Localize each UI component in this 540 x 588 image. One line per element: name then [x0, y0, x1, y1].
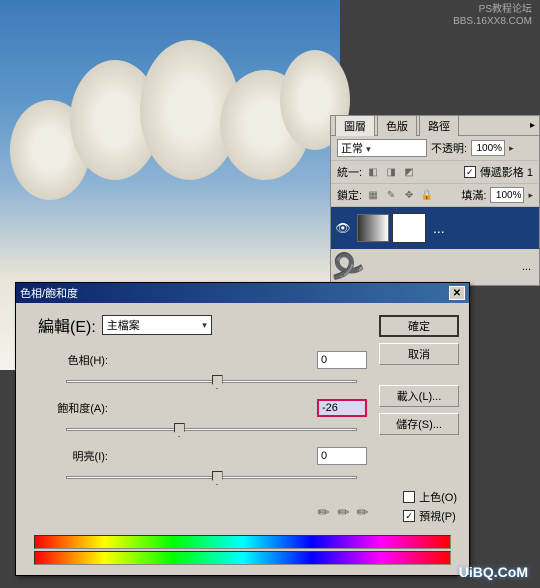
opacity-flyout-icon[interactable]: ▸: [509, 143, 514, 154]
unify-row: 統一: ◧ ◨ ◩ ✓ 傳遞影格 1: [331, 161, 539, 184]
propagate-label: 傳遞影格 1: [480, 164, 533, 180]
preview-label: 預視(P): [419, 508, 456, 524]
colorize-label: 上色(O): [419, 489, 457, 505]
layer-sub-dots: ...: [522, 261, 531, 273]
unify-visibility-icon[interactable]: ◨: [384, 165, 398, 179]
close-button[interactable]: ✕: [449, 286, 465, 300]
fill-flyout-icon[interactable]: ▸: [528, 190, 533, 201]
lock-fill-row: 鎖定: ▦ ✎ ✥ 🔒 填滿: ▸: [331, 184, 539, 207]
ok-button[interactable]: 確定: [379, 315, 459, 337]
lightness-slider[interactable]: [66, 469, 357, 487]
hue-spectrum-top: [34, 535, 451, 549]
layer-thumbnail[interactable]: [357, 214, 389, 242]
save-button[interactable]: 儲存(S)...: [379, 413, 459, 435]
dialog-title: 色相/飽和度: [20, 285, 78, 301]
eyedropper-tools: ✎ ✎ ✎: [318, 504, 369, 521]
cancel-button[interactable]: 取消: [379, 343, 459, 365]
saturation-slider[interactable]: [66, 421, 357, 439]
saturation-label: 飽和度(A):: [56, 400, 156, 416]
layer-mask-thumbnail[interactable]: [393, 214, 425, 242]
panel-tabs: 圖層 色版 路徑 ▸: [331, 116, 539, 136]
lock-all-icon[interactable]: 🔒: [420, 188, 434, 202]
panel-menu-icon[interactable]: ▸: [530, 120, 535, 131]
lightness-label: 明亮(I):: [56, 448, 156, 464]
opacity-input[interactable]: [471, 140, 505, 156]
unify-label: 統一:: [337, 164, 362, 180]
dialog-titlebar[interactable]: 色相/飽和度 ✕: [16, 283, 469, 303]
hue-input[interactable]: [317, 351, 367, 369]
hue-saturation-dialog: 色相/飽和度 ✕ 編輯(E): 主檔案▾ 色相(H):: [15, 282, 470, 576]
edit-label: 編輯(E):: [38, 313, 96, 337]
lock-position-icon[interactable]: ✥: [402, 188, 416, 202]
hue-label: 色相(H):: [56, 352, 156, 368]
lock-pixels-icon[interactable]: ✎: [384, 188, 398, 202]
hue-spectrum-bottom: [34, 551, 451, 565]
unify-style-icon[interactable]: ◩: [402, 165, 416, 179]
fill-label: 填滿:: [461, 187, 486, 203]
tab-channels[interactable]: 色版: [377, 115, 417, 136]
saturation-input[interactable]: [317, 399, 367, 417]
opacity-label: 不透明:: [431, 140, 467, 156]
lightness-input[interactable]: [317, 447, 367, 465]
palm-trees-image: [0, 40, 340, 260]
tab-layers[interactable]: 圖層: [335, 115, 375, 136]
lock-label: 鎖定:: [337, 187, 362, 203]
blend-opacity-row: 正常 ▾ 不透明: ▸: [331, 136, 539, 161]
watermark-bottom: UiBQ.CoM: [459, 564, 528, 580]
visibility-eye-icon[interactable]: 👁: [335, 221, 350, 235]
edit-select[interactable]: 主檔案▾: [102, 315, 212, 335]
fill-input[interactable]: [490, 187, 524, 203]
eyedropper-subtract-icon[interactable]: ✎: [353, 502, 373, 522]
layer-name: ...: [429, 220, 449, 236]
blend-mode-select[interactable]: 正常 ▾: [337, 139, 427, 157]
preview-checkbox[interactable]: ✓: [403, 510, 415, 522]
eyedropper-icon[interactable]: ✎: [314, 502, 334, 522]
layer-item-adjustment[interactable]: 👁 ...: [331, 207, 539, 249]
load-button[interactable]: 載入(L)...: [379, 385, 459, 407]
propagate-checkbox[interactable]: ✓: [464, 166, 476, 178]
watermark-top: PS教程论坛 BBS.16XX8.COM: [453, 4, 532, 28]
eyedropper-add-icon[interactable]: ✎: [333, 502, 353, 522]
lock-transparent-icon[interactable]: ▦: [366, 188, 380, 202]
tab-paths[interactable]: 路徑: [419, 115, 459, 136]
hue-slider[interactable]: [66, 373, 357, 391]
unify-position-icon[interactable]: ◧: [366, 165, 380, 179]
colorize-checkbox[interactable]: [403, 491, 415, 503]
